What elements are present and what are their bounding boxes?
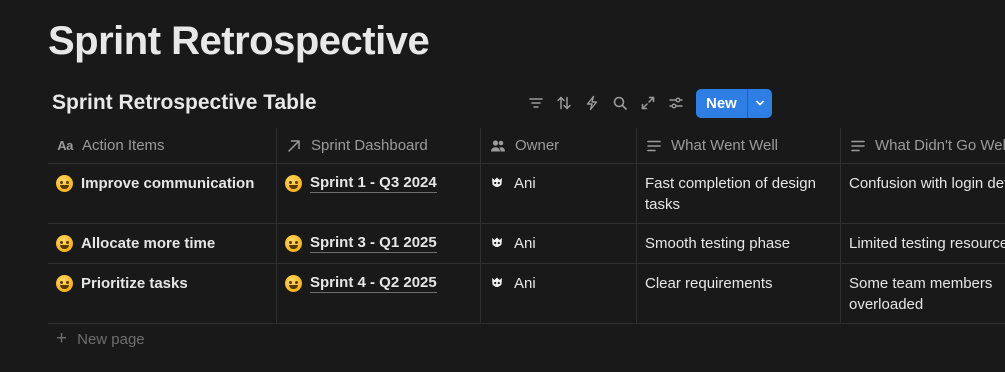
- sort-icon[interactable]: [550, 89, 578, 117]
- sprint-relation-cell[interactable]: Sprint 1 - Q3 2024: [277, 164, 481, 223]
- went-well-cell[interactable]: Clear requirements: [637, 264, 841, 323]
- database-table: Aa Action Items Sprint Dashboard Owner W…: [48, 128, 1005, 324]
- sprint-relation-cell[interactable]: Sprint 4 - Q2 2025: [277, 264, 481, 323]
- went-well-cell[interactable]: Fast completion of design tasks: [637, 164, 841, 223]
- expand-icon[interactable]: [634, 89, 662, 117]
- column-label: Sprint Dashboard: [311, 137, 428, 154]
- column-label: What Went Well: [671, 137, 778, 154]
- chevron-down-icon: [755, 100, 764, 106]
- filter-icon[interactable]: [522, 89, 550, 117]
- avatar-icon: [492, 277, 502, 287]
- column-header-what-went-well[interactable]: What Went Well: [637, 128, 841, 163]
- text-property-icon: [849, 137, 867, 155]
- column-header-sprint-dashboard[interactable]: Sprint Dashboard: [277, 128, 481, 163]
- owner-cell[interactable]: Ani: [481, 164, 637, 223]
- didnt-go-well-cell[interactable]: Some team members overloaded: [841, 264, 1005, 323]
- new-dropdown-button[interactable]: [746, 88, 772, 118]
- owner-cell[interactable]: Ani: [481, 264, 637, 323]
- page-title: Sprint Retrospective: [48, 19, 430, 63]
- column-header-action-items[interactable]: Aa Action Items: [48, 128, 277, 163]
- new-page-label: New page: [77, 330, 145, 348]
- column-label: Owner: [515, 137, 560, 154]
- column-label: Action Items: [82, 137, 165, 154]
- sprint-relation-link[interactable]: Sprint 4 - Q2 2025: [310, 273, 437, 293]
- sprint-relation-cell[interactable]: Sprint 3 - Q1 2025: [277, 224, 481, 263]
- owner-name: Ani: [514, 175, 536, 192]
- action-item-title[interactable]: Allocate more time: [81, 233, 215, 254]
- people-icon: [489, 137, 507, 155]
- action-item-cell[interactable]: Prioritize tasks: [48, 264, 277, 323]
- column-header-owner[interactable]: Owner: [481, 128, 637, 163]
- action-item-cell[interactable]: Improve communication: [48, 164, 277, 223]
- emoji-icon: [285, 235, 302, 252]
- sprint-relation-link[interactable]: Sprint 3 - Q1 2025: [310, 233, 437, 253]
- avatar-icon: [492, 177, 502, 187]
- database-title[interactable]: Sprint Retrospective Table: [52, 89, 317, 117]
- new-page-button[interactable]: + New page: [56, 328, 145, 349]
- action-item-title[interactable]: Improve communication: [81, 173, 254, 194]
- avatar-icon: [492, 237, 502, 247]
- owner-name: Ani: [514, 275, 536, 292]
- emoji-icon: [56, 235, 73, 252]
- column-header-what-didnt-go-well[interactable]: What Didn't Go Well: [841, 128, 1005, 163]
- owner-cell[interactable]: Ani: [481, 224, 637, 263]
- text-property-icon: [645, 137, 663, 155]
- emoji-icon: [285, 175, 302, 192]
- automation-icon[interactable]: [578, 89, 606, 117]
- column-label: What Didn't Go Well: [875, 137, 1005, 154]
- plus-icon: +: [56, 328, 68, 349]
- table-header: Aa Action Items Sprint Dashboard Owner W…: [48, 128, 1005, 164]
- search-icon[interactable]: [606, 89, 634, 117]
- action-item-title[interactable]: Prioritize tasks: [81, 273, 188, 294]
- owner-name: Ani: [514, 235, 536, 252]
- emoji-icon: [56, 275, 73, 292]
- action-item-cell[interactable]: Allocate more time: [48, 224, 277, 263]
- settings-icon[interactable]: [662, 89, 690, 117]
- table-row: Improve communication Sprint 1 - Q3 2024…: [48, 164, 1005, 224]
- title-property-icon: Aa: [57, 138, 73, 153]
- went-well-cell[interactable]: Smooth testing phase: [637, 224, 841, 263]
- didnt-go-well-cell[interactable]: Confusion with login details: [841, 164, 1005, 223]
- table-row: Allocate more time Sprint 3 - Q1 2025 An…: [48, 224, 1005, 264]
- didnt-go-well-cell[interactable]: Limited testing resources: [841, 224, 1005, 263]
- new-button-group: New: [696, 88, 772, 118]
- new-button[interactable]: New: [696, 89, 747, 118]
- relation-arrow-icon: [285, 137, 303, 155]
- table-row: Prioritize tasks Sprint 4 - Q2 2025 Ani …: [48, 264, 1005, 324]
- emoji-icon: [285, 275, 302, 292]
- emoji-icon: [56, 175, 73, 192]
- database-toolbar: New: [522, 88, 772, 118]
- sprint-relation-link[interactable]: Sprint 1 - Q3 2024: [310, 173, 437, 193]
